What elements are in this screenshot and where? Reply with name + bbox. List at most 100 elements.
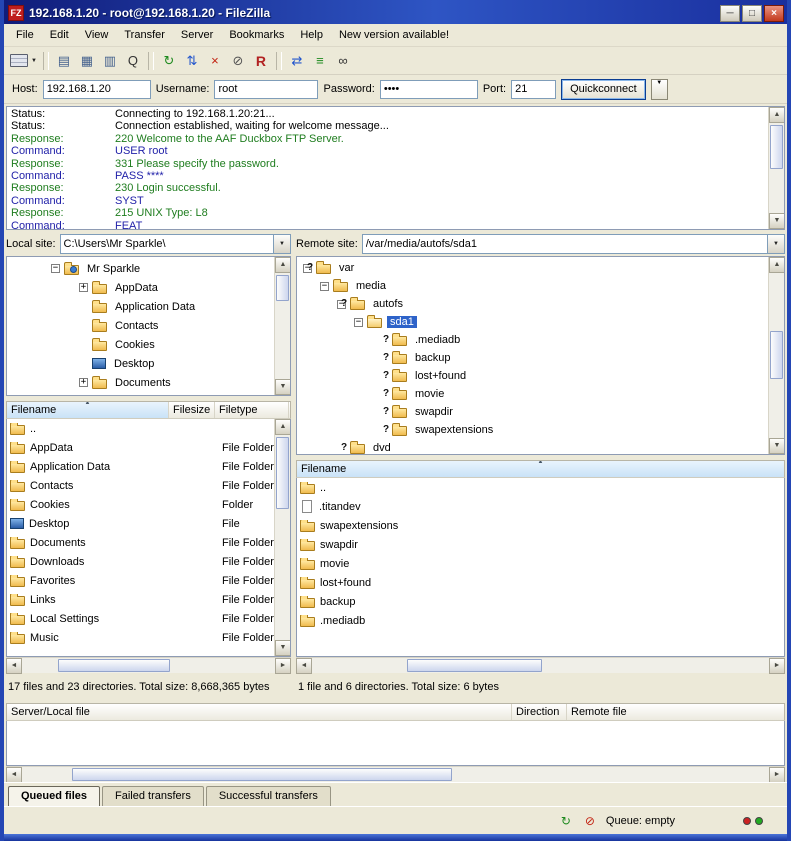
scrollbar-track[interactable] [769, 273, 784, 438]
scroll-left-icon[interactable]: ◄ [6, 767, 22, 783]
tree-item-contacts[interactable]: Contacts [7, 316, 272, 335]
maximize-button[interactable]: □ [742, 5, 762, 22]
tab-failed-transfers[interactable]: Failed transfers [102, 786, 204, 807]
file-row-swapdir[interactable]: swapdir [297, 535, 784, 554]
speed-limit-icon[interactable]: ⊘ [582, 813, 598, 829]
header-filename[interactable]: ▲ Filename [297, 461, 784, 477]
menu-help[interactable]: Help [292, 26, 331, 44]
scrollbar-track[interactable] [769, 123, 784, 213]
tree-item-swapextensions[interactable]: ? swapextensions [297, 421, 766, 439]
file-row-downloads[interactable]: DownloadsFile Folder [7, 552, 290, 571]
remote-list-hscrollbar[interactable]: ◄ ► [296, 657, 785, 673]
scroll-down-icon[interactable]: ▼ [275, 640, 291, 656]
tree-item-desktop[interactable]: Desktop [7, 354, 272, 373]
tree-item-backup[interactable]: ? backup [297, 349, 766, 367]
tree-item-downloads[interactable]: + Downloads [7, 392, 272, 395]
process-queue-button[interactable]: ⇅ [181, 50, 203, 72]
remote-tree-scrollbar[interactable]: ▲ ▼ [768, 257, 784, 454]
scroll-left-icon[interactable]: ◄ [6, 658, 22, 674]
file-row-local-settings[interactable]: Local SettingsFile Folder [7, 609, 290, 628]
file-row-application-data[interactable]: Application DataFile Folder [7, 457, 290, 476]
file-row-titandev[interactable]: .titandev [297, 497, 784, 516]
combo-dropdown-icon[interactable]: ▼ [273, 235, 290, 253]
file-row-backup[interactable]: backup [297, 592, 784, 611]
cancel-button[interactable]: × [204, 50, 226, 72]
file-row-contacts[interactable]: ContactsFile Folder [7, 476, 290, 495]
scroll-right-icon[interactable]: ► [275, 658, 291, 674]
refresh-button[interactable]: ↻ [158, 50, 180, 72]
site-manager-button[interactable]: ▼ [8, 50, 39, 72]
header-direction[interactable]: Direction [512, 704, 567, 720]
scrollbar-track[interactable] [312, 658, 769, 673]
menu-edit[interactable]: Edit [42, 26, 77, 44]
collapse-icon[interactable]: − [320, 282, 329, 291]
toggle-queue-button[interactable]: Q [122, 50, 144, 72]
header-remote-file[interactable]: Remote file [567, 704, 784, 720]
scrollbar-track[interactable] [275, 435, 290, 640]
scrollbar-thumb[interactable] [770, 331, 783, 379]
header-filename[interactable]: ▲ Filename [7, 402, 169, 418]
file-row-movie[interactable]: movie [297, 554, 784, 573]
scrollbar-thumb[interactable] [276, 275, 289, 301]
tree-item-media[interactable]: − media [297, 277, 766, 295]
menu-view[interactable]: View [77, 26, 117, 44]
scroll-up-icon[interactable]: ▲ [275, 257, 291, 273]
tree-item-sda1[interactable]: − sda1 [297, 313, 766, 331]
local-site-input[interactable] [61, 235, 273, 253]
file-row-swapextensions[interactable]: swapextensions [297, 516, 784, 535]
file-row-up[interactable]: .. [7, 419, 290, 438]
refresh-status-icon[interactable]: ↻ [558, 813, 574, 829]
combo-dropdown-icon[interactable]: ▼ [767, 235, 784, 253]
toggle-remote-tree-button[interactable]: ▥ [99, 50, 121, 72]
toggle-message-log-button[interactable]: ▤ [53, 50, 75, 72]
scroll-down-icon[interactable]: ▼ [275, 379, 291, 395]
header-filesize[interactable]: Filesize [169, 402, 215, 418]
quickconnect-dropdown-button[interactable]: ▼ [651, 79, 668, 100]
reconnect-button[interactable]: R [250, 50, 272, 72]
local-tree-scrollbar[interactable]: ▲ ▼ [274, 257, 290, 395]
file-row-lost-found[interactable]: lost+found [297, 573, 784, 592]
disconnect-button[interactable]: ⊘ [227, 50, 249, 72]
local-list-hscrollbar[interactable]: ◄ ► [6, 657, 291, 673]
file-row-up[interactable]: .. [297, 478, 784, 497]
scroll-up-icon[interactable]: ▲ [769, 107, 785, 123]
host-input[interactable] [43, 80, 151, 99]
tree-item-var[interactable]: − ? var [297, 259, 766, 277]
tree-item-mr-sparkle[interactable]: − Mr Sparkle [7, 259, 272, 278]
tree-item-documents[interactable]: + Documents [7, 373, 272, 392]
menu-file[interactable]: File [8, 26, 42, 44]
file-row-desktop[interactable]: DesktopFile [7, 514, 290, 533]
scroll-up-icon[interactable]: ▲ [769, 257, 785, 273]
scroll-right-icon[interactable]: ► [769, 767, 785, 783]
scroll-down-icon[interactable]: ▼ [769, 213, 785, 229]
file-row-links[interactable]: LinksFile Folder [7, 590, 290, 609]
scrollbar-thumb[interactable] [407, 659, 542, 672]
collapse-icon[interactable]: − [51, 264, 60, 273]
tree-item-appdata[interactable]: + AppData [7, 278, 272, 297]
expand-icon[interactable]: + [79, 378, 88, 387]
remote-site-input[interactable] [363, 235, 767, 253]
queue-hscrollbar[interactable]: ◄ ► [6, 766, 785, 782]
quickconnect-button[interactable]: Quickconnect [561, 79, 646, 100]
scrollbar-thumb[interactable] [770, 125, 783, 169]
scroll-left-icon[interactable]: ◄ [296, 658, 312, 674]
tree-item-application-data[interactable]: Application Data [7, 297, 272, 316]
username-input[interactable] [214, 80, 318, 99]
expand-icon[interactable]: + [79, 283, 88, 292]
scrollbar-track[interactable] [275, 273, 290, 379]
tree-item-dvd[interactable]: ? dvd [297, 439, 766, 454]
menu-bookmarks[interactable]: Bookmarks [221, 26, 292, 44]
scrollbar-thumb[interactable] [276, 437, 289, 509]
directory-comparison-button[interactable]: ⇄ [286, 50, 308, 72]
file-row-mediadb[interactable]: .mediadb [297, 611, 784, 630]
close-button[interactable]: × [764, 5, 784, 22]
file-row-favorites[interactable]: FavoritesFile Folder [7, 571, 290, 590]
file-row-documents[interactable]: DocumentsFile Folder [7, 533, 290, 552]
scrollbar-thumb[interactable] [58, 659, 170, 672]
file-row-cookies[interactable]: CookiesFolder [7, 495, 290, 514]
password-input[interactable] [380, 80, 478, 99]
tab-queued-files[interactable]: Queued files [8, 786, 100, 807]
synchronized-browsing-button[interactable]: ≡ [309, 50, 331, 72]
port-input[interactable] [511, 80, 556, 99]
collapse-icon[interactable]: − [354, 318, 363, 327]
